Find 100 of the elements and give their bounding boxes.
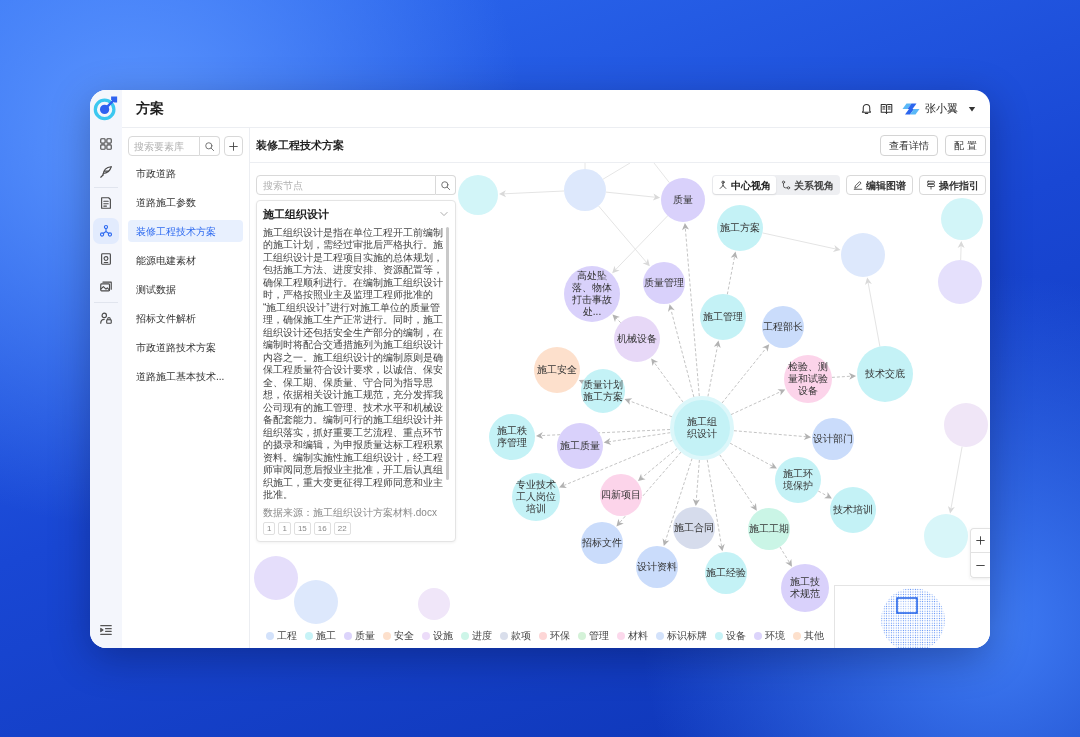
- graph-node[interactable]: 施工技术规范: [781, 564, 829, 612]
- guide-button[interactable]: 操作指引: [919, 175, 986, 195]
- graph-node[interactable]: 施工安全: [534, 347, 580, 393]
- search-button[interactable]: [436, 175, 456, 195]
- view-tab[interactable]: 中心视角: [713, 176, 776, 194]
- feather-icon[interactable]: [99, 165, 113, 179]
- legend-item[interactable]: 设施: [422, 629, 453, 643]
- graph-node[interactable]: 机械设备: [614, 316, 660, 362]
- edit-graph-button[interactable]: 编辑图谱: [846, 175, 913, 195]
- graph-node[interactable]: 施工秩序管理: [489, 414, 535, 460]
- graph-node[interactable]: 质量管理: [643, 262, 685, 304]
- viewport-frame[interactable]: [896, 597, 918, 614]
- book-icon[interactable]: [880, 102, 893, 115]
- legend-item[interactable]: 管理: [578, 629, 609, 643]
- graph-node[interactable]: 专业技术工人岗位培训: [512, 473, 560, 521]
- sidebar-item[interactable]: 市政道路: [128, 162, 243, 184]
- pencil-icon: [853, 180, 863, 190]
- add-button[interactable]: [224, 136, 243, 156]
- sidebar-item[interactable]: 市政道路技术方案: [128, 336, 243, 358]
- document-icon[interactable]: [99, 196, 113, 210]
- source-text: 数据来源：施工组织设计方案材料.docx: [263, 506, 438, 519]
- bell-icon[interactable]: [860, 102, 873, 115]
- nodes-icon[interactable]: [93, 218, 119, 244]
- legend-item[interactable]: 其他: [793, 629, 824, 643]
- graph-node[interactable]: 施工质量: [557, 423, 603, 469]
- search-icon: [204, 140, 215, 152]
- user-lock-icon[interactable]: [99, 311, 113, 325]
- graph-node[interactable]: 设计资料: [636, 546, 678, 588]
- graph-node[interactable]: 招标文件: [581, 522, 623, 564]
- legend-item[interactable]: 材料: [617, 629, 648, 643]
- search-field[interactable]: 搜索要素库: [128, 136, 200, 156]
- grid-icon[interactable]: [99, 137, 113, 151]
- graph-node[interactable]: [564, 169, 606, 211]
- legend-item[interactable]: 标识标牌: [656, 629, 707, 643]
- details-button[interactable]: 查看详情: [880, 134, 939, 156]
- legend-item[interactable]: 款项: [500, 629, 531, 643]
- node-title: 施工组织设计: [263, 207, 329, 222]
- relation-arrow: [957, 241, 965, 261]
- sidebar-item[interactable]: 道路施工参数: [128, 191, 243, 213]
- legend-item[interactable]: 质量: [344, 629, 375, 643]
- page-tag[interactable]: 22: [333, 521, 351, 535]
- relation-arrow: [947, 446, 963, 514]
- graph-node[interactable]: 质量计划施工方案: [581, 369, 625, 413]
- graph-node[interactable]: 高处坠落、物体打击事故处...: [564, 266, 620, 322]
- minimap[interactable]: [834, 585, 990, 648]
- config-button[interactable]: 配 置: [945, 134, 986, 156]
- graph-node[interactable]: 四新项目: [600, 474, 642, 516]
- legend-item[interactable]: 施工: [305, 629, 336, 643]
- graph-node[interactable]: [418, 588, 450, 620]
- sidebar-item[interactable]: 装修工程技术方案: [128, 220, 243, 242]
- node-search-field[interactable]: 搜索节点: [256, 175, 436, 195]
- graph-node[interactable]: [938, 260, 982, 304]
- legend-item[interactable]: 工程: [266, 629, 297, 643]
- graph-node[interactable]: [944, 403, 988, 447]
- graph-node[interactable]: [294, 580, 338, 624]
- user-name[interactable]: 张小翼: [925, 100, 958, 117]
- graph-node[interactable]: 施工合同: [673, 507, 715, 549]
- sidebar-item[interactable]: 道路施工基本技术...: [128, 365, 243, 387]
- indent-icon[interactable]: [99, 623, 113, 637]
- search-icon: [440, 179, 451, 191]
- page-tag[interactable]: 15: [293, 521, 311, 535]
- app-title: 方案: [136, 99, 164, 118]
- graph-node[interactable]: 检验、测量和试验设备: [784, 355, 832, 403]
- images-icon[interactable]: [99, 280, 113, 294]
- graph-node[interactable]: [924, 514, 968, 558]
- legend-item[interactable]: 环境: [754, 629, 785, 643]
- graph-node[interactable]: 设计部门: [812, 418, 854, 460]
- legend-item[interactable]: 安全: [383, 629, 414, 643]
- graph-node[interactable]: [941, 198, 983, 240]
- plus-icon: [228, 140, 239, 152]
- relation-arrow: [779, 546, 792, 567]
- sidebar-item[interactable]: 能源电建素材: [128, 249, 243, 271]
- graph-node[interactable]: 施工工期: [748, 508, 790, 550]
- graph-node[interactable]: 技术培训: [830, 487, 876, 533]
- graph-node[interactable]: [841, 233, 885, 277]
- legend-item[interactable]: 环保: [539, 629, 570, 643]
- graph-node[interactable]: [458, 175, 498, 215]
- legend-item[interactable]: 进度: [461, 629, 492, 643]
- page-tag[interactable]: 1: [263, 521, 276, 535]
- certificate-icon[interactable]: [99, 252, 113, 266]
- graph-node[interactable]: 施工环境保护: [775, 457, 821, 503]
- legend-item[interactable]: 设备: [715, 629, 746, 643]
- view-tab[interactable]: 关系视角: [776, 176, 839, 194]
- graph-node[interactable]: 施工管理: [700, 294, 746, 340]
- graph-node[interactable]: [254, 556, 298, 600]
- graph-node[interactable]: 工程部长: [762, 306, 804, 348]
- minimap-graph-drawing: [881, 588, 945, 648]
- caret-down-icon[interactable]: [968, 104, 976, 113]
- scrollbar-thumb[interactable]: [446, 226, 449, 480]
- search-button[interactable]: [200, 136, 220, 156]
- graph-node[interactable]: 施工方案: [717, 205, 763, 251]
- page-tag[interactable]: 16: [313, 521, 331, 535]
- graph-node[interactable]: 施工经验: [705, 552, 747, 594]
- graph-node[interactable]: 质量: [661, 178, 705, 222]
- graph-node[interactable]: 施工组织设计: [670, 396, 734, 460]
- sidebar-item[interactable]: 测试数据: [128, 278, 243, 300]
- graph-node[interactable]: 技术交底: [857, 346, 913, 402]
- sidebar-item[interactable]: 招标文件解析: [128, 307, 243, 329]
- page-tag[interactable]: 1: [278, 521, 291, 535]
- zoom-in-button[interactable]: [970, 528, 990, 553]
